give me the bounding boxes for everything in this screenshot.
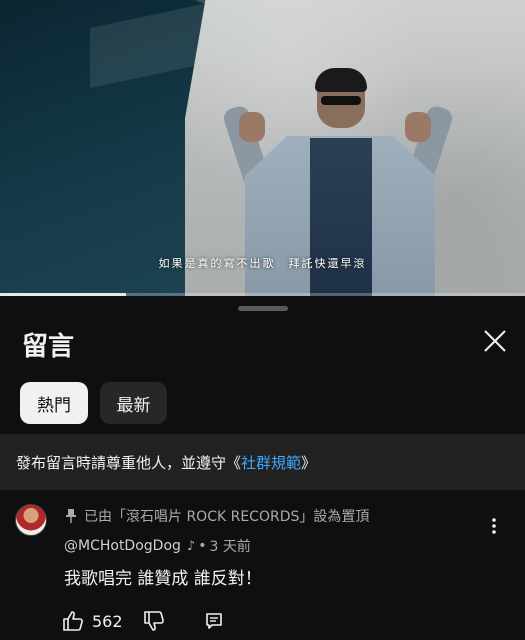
comment-text: 我歌唱完 誰贊成 誰反對！: [64, 569, 262, 589]
thumbs-down-icon: [143, 611, 164, 631]
comment-thread[interactable]: 已由「滾石唱片 ROCK RECORDS」設為置頂 @MCHotDogDog ♪…: [0, 502, 525, 640]
notice-bracket-open: 《: [226, 453, 242, 472]
like-count: 562: [92, 611, 123, 631]
like-button[interactable]: [60, 608, 86, 634]
video-player[interactable]: 如果是真的寫不出歌 拜託快還早滾: [0, 0, 525, 296]
performer-cap: [315, 68, 367, 92]
avatar[interactable]: [15, 504, 47, 536]
comments-title: 留言: [22, 332, 75, 362]
music-note-icon: ♪: [186, 538, 196, 554]
more-vertical-icon: [492, 518, 496, 534]
tab-newest-comments[interactable]: 最新: [100, 382, 167, 424]
performer-hand-left: [239, 112, 265, 142]
reply-button[interactable]: [201, 608, 227, 634]
dislike-button[interactable]: [141, 608, 167, 634]
sheet-drag-handle[interactable]: [238, 306, 288, 311]
performer-glasses: [321, 96, 361, 105]
comments-sheet: 留言 熱門 最新 發布留言時請尊重他人，並遵守 《 社群規範 》 已由「滾石唱片…: [0, 296, 525, 640]
tab-top-comments[interactable]: 熱門: [20, 382, 88, 424]
pinned-text: 已由「滾石唱片 ROCK RECORDS」設為置頂: [84, 509, 370, 525]
comment-more-button[interactable]: [486, 512, 502, 540]
close-button[interactable]: [480, 326, 510, 356]
notice-text: 發布留言時請尊重他人，並遵守: [16, 453, 227, 472]
reply-comment-icon: [205, 613, 222, 629]
comment-actions: 562: [60, 606, 227, 636]
comment-time: 3 天前: [209, 539, 251, 555]
pin-icon: [66, 509, 76, 523]
pinned-label: 已由「滾石唱片 ROCK RECORDS」設為置頂: [64, 506, 369, 526]
community-guidelines-link[interactable]: 社群規範: [241, 452, 301, 473]
performer-shirt: [310, 138, 372, 296]
comment-meta: @MCHotDogDog ♪ • 3 天前: [64, 536, 251, 556]
performer-hand-right: [405, 112, 431, 142]
meta-separator: •: [198, 538, 207, 554]
video-subtitle: 如果是真的寫不出歌 拜託快還早滾: [158, 257, 367, 270]
community-guidelines-notice[interactable]: 發布留言時請尊重他人，並遵守 《 社群規範 》: [0, 434, 525, 490]
notice-bracket-close: 》: [301, 453, 317, 472]
thumbs-up-icon: [63, 611, 83, 631]
close-icon: [484, 330, 506, 352]
comment-author[interactable]: @MCHotDogDog: [64, 538, 181, 554]
